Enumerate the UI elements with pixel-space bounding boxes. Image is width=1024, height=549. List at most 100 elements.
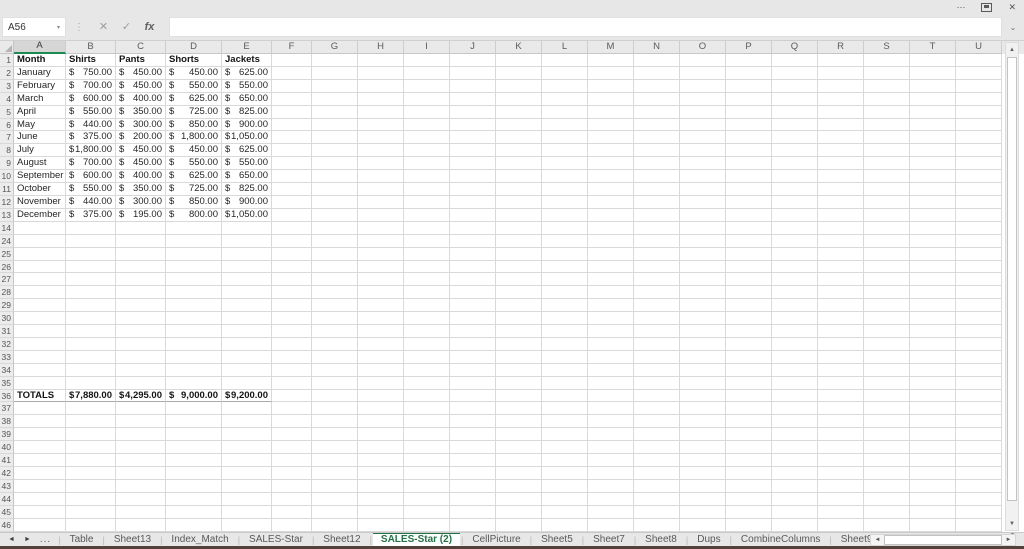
cell-J41[interactable]: [450, 454, 496, 467]
row-header-12[interactable]: 12: [0, 195, 14, 209]
cell-N35[interactable]: [634, 376, 680, 390]
cell-H10[interactable]: [358, 170, 404, 184]
cell-B1[interactable]: Shirts: [66, 54, 116, 67]
cell-A37[interactable]: [14, 402, 66, 416]
cell-Q13[interactable]: [772, 208, 818, 222]
row-header-33[interactable]: 33: [0, 350, 14, 364]
cell-D27[interactable]: [166, 273, 222, 287]
cell-P34[interactable]: [726, 363, 772, 377]
cell-G1[interactable]: [312, 54, 358, 67]
cell-E38[interactable]: [222, 415, 272, 429]
cell-Q27[interactable]: [772, 273, 818, 287]
cell-E46[interactable]: [222, 518, 272, 532]
sheet-tab-sheet7[interactable]: Sheet7: [585, 533, 633, 547]
cell-P37[interactable]: [726, 402, 772, 416]
cell-P30[interactable]: [726, 312, 772, 326]
cell-D2[interactable]: $450.00: [166, 66, 222, 80]
cell-U44[interactable]: [956, 492, 1002, 506]
cell-C27[interactable]: [116, 273, 166, 287]
cell-B28[interactable]: [66, 286, 116, 300]
cell-D40[interactable]: [166, 441, 222, 455]
cell-D4[interactable]: $625.00: [166, 92, 222, 106]
cell-S10[interactable]: [864, 170, 910, 184]
cell-F24[interactable]: [272, 234, 312, 248]
cell-M34[interactable]: [588, 363, 634, 377]
cell-B31[interactable]: [66, 325, 116, 338]
cell-F6[interactable]: [272, 118, 312, 132]
cell-P11[interactable]: [726, 183, 772, 196]
cell-O37[interactable]: [680, 402, 726, 416]
cell-R29[interactable]: [818, 299, 864, 313]
cell-L32[interactable]: [542, 337, 588, 351]
cell-B43[interactable]: [66, 479, 116, 493]
cell-B8[interactable]: $1,800.00: [66, 144, 116, 158]
cell-K32[interactable]: [496, 337, 542, 351]
cell-E32[interactable]: [222, 337, 272, 351]
cell-P29[interactable]: [726, 299, 772, 313]
sheet-tab-sheet8[interactable]: Sheet8: [637, 533, 685, 547]
cell-T8[interactable]: [910, 144, 956, 158]
cell-M14[interactable]: [588, 221, 634, 235]
cell-G4[interactable]: [312, 92, 358, 106]
cell-T11[interactable]: [910, 183, 956, 196]
cell-R36[interactable]: [818, 389, 864, 403]
row-header-42[interactable]: 42: [0, 467, 14, 480]
cell-S29[interactable]: [864, 299, 910, 313]
cell-A46[interactable]: [14, 518, 66, 532]
cell-H2[interactable]: [358, 66, 404, 80]
cell-N41[interactable]: [634, 454, 680, 467]
sheet-tab-sales-star-2[interactable]: SALES-Star (2): [372, 532, 461, 547]
cell-J42[interactable]: [450, 467, 496, 480]
cell-J30[interactable]: [450, 312, 496, 326]
cell-U12[interactable]: [956, 195, 1002, 209]
cell-M30[interactable]: [588, 312, 634, 326]
cell-U37[interactable]: [956, 402, 1002, 416]
cell-B9[interactable]: $700.00: [66, 157, 116, 171]
cell-F27[interactable]: [272, 273, 312, 287]
cell-M1[interactable]: [588, 54, 634, 67]
cell-K24[interactable]: [496, 234, 542, 248]
cell-A40[interactable]: [14, 441, 66, 455]
cell-R39[interactable]: [818, 428, 864, 442]
cell-G43[interactable]: [312, 479, 358, 493]
row-header-38[interactable]: 38: [0, 415, 14, 429]
column-header-L[interactable]: L: [542, 41, 588, 54]
cell-J8[interactable]: [450, 144, 496, 158]
cell-C8[interactable]: $450.00: [116, 144, 166, 158]
row-header-4[interactable]: 4: [0, 92, 14, 106]
cell-D45[interactable]: [166, 505, 222, 519]
cell-J35[interactable]: [450, 376, 496, 390]
cell-R30[interactable]: [818, 312, 864, 326]
cell-Q12[interactable]: [772, 195, 818, 209]
cell-U7[interactable]: [956, 131, 1002, 145]
cell-A43[interactable]: [14, 479, 66, 493]
row-header-40[interactable]: 40: [0, 441, 14, 455]
cell-P13[interactable]: [726, 208, 772, 222]
horizontal-scrollbar[interactable]: ◄ ►: [870, 534, 1016, 546]
cell-I33[interactable]: [404, 350, 450, 364]
cell-I13[interactable]: [404, 208, 450, 222]
cell-O5[interactable]: [680, 105, 726, 119]
row-header-32[interactable]: 32: [0, 337, 14, 351]
cell-S3[interactable]: [864, 79, 910, 93]
cell-G35[interactable]: [312, 376, 358, 390]
cell-J4[interactable]: [450, 92, 496, 106]
cell-R14[interactable]: [818, 221, 864, 235]
cell-E4[interactable]: $650.00: [222, 92, 272, 106]
cell-S31[interactable]: [864, 325, 910, 338]
cell-U34[interactable]: [956, 363, 1002, 377]
row-header-24[interactable]: 24: [0, 234, 14, 248]
cell-I3[interactable]: [404, 79, 450, 93]
cell-U38[interactable]: [956, 415, 1002, 429]
cell-Q37[interactable]: [772, 402, 818, 416]
sheet-tab-dups[interactable]: Dups: [689, 533, 728, 547]
row-header-39[interactable]: 39: [0, 428, 14, 442]
cell-D7[interactable]: $1,800.00: [166, 131, 222, 145]
cell-N3[interactable]: [634, 79, 680, 93]
cell-K31[interactable]: [496, 325, 542, 338]
cell-P14[interactable]: [726, 221, 772, 235]
cell-S33[interactable]: [864, 350, 910, 364]
cell-D36[interactable]: $9,000.00: [166, 389, 222, 403]
cell-H14[interactable]: [358, 221, 404, 235]
cell-J7[interactable]: [450, 131, 496, 145]
